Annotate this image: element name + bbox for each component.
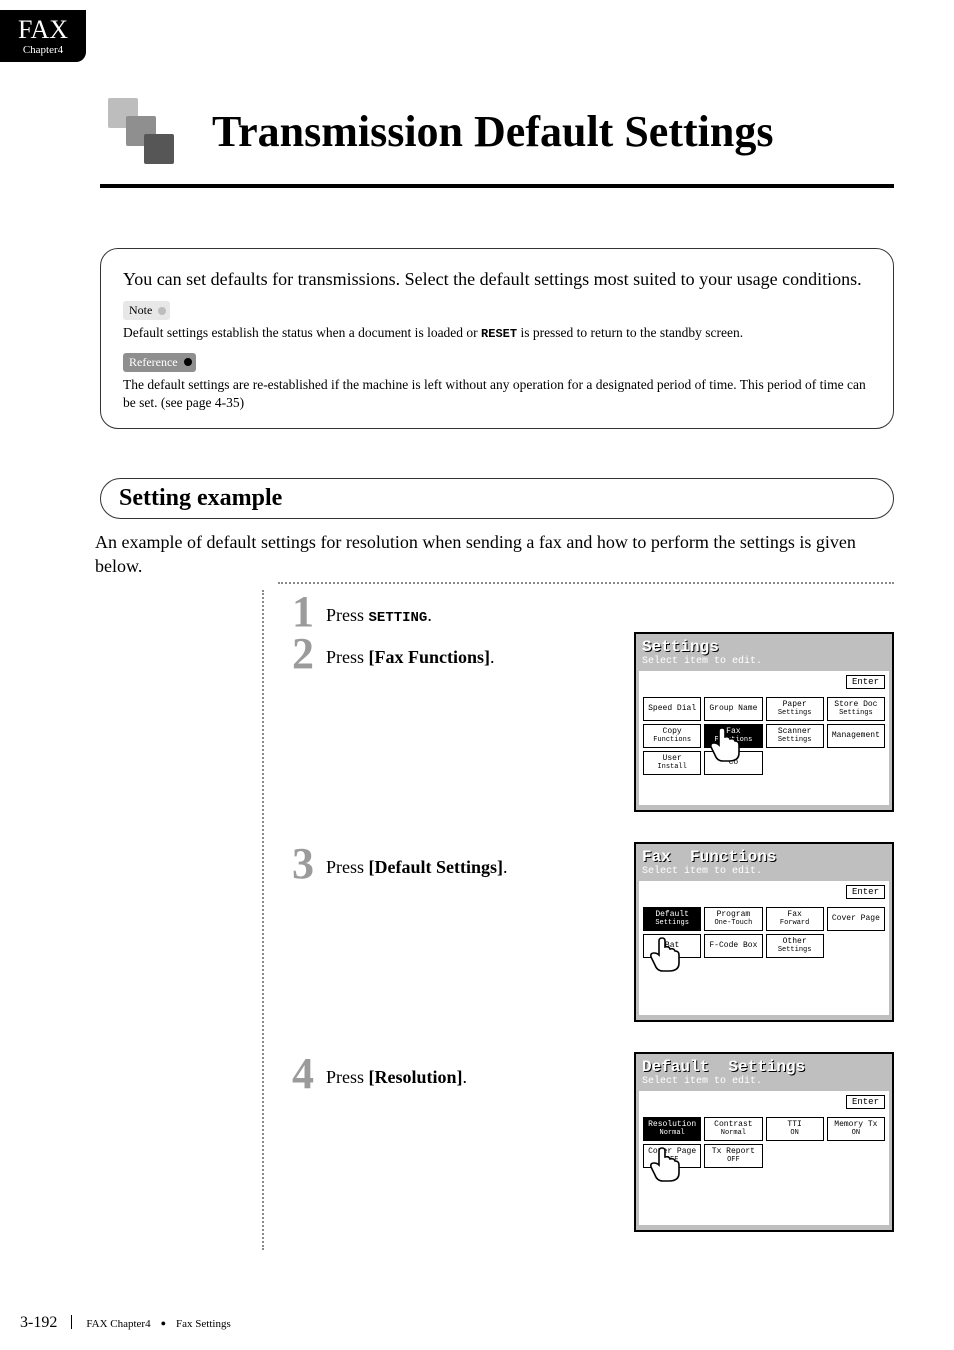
step-text: Press [Default Settings]. xyxy=(320,842,508,879)
screen-subtitle: Select item to edit. xyxy=(642,656,886,667)
other-settings-button[interactable]: OtherSettings xyxy=(766,934,824,958)
scanner-settings-button[interactable]: ScannerSettings xyxy=(766,724,824,748)
default-settings-button[interactable]: DefaultSettings xyxy=(643,907,701,931)
step-4: 4 Press [Resolution]. Default Settings S… xyxy=(262,1052,894,1252)
group-name-button[interactable]: Group Name xyxy=(704,697,762,721)
note-text: Default settings establish the status wh… xyxy=(123,324,871,342)
enter-button[interactable]: Enter xyxy=(846,1095,885,1109)
steps-area: 1 Press SETTING. 2 Press [Fax Functions]… xyxy=(262,590,894,1252)
screen-subtitle: Select item to edit. xyxy=(642,1076,886,1087)
store-doc-settings-button[interactable]: Store DocSettings xyxy=(827,697,885,721)
resolution-button[interactable]: ResolutionNormal xyxy=(643,1117,701,1141)
batch-tx-button[interactable]: Bat xyxy=(643,934,701,958)
step-1: 1 Press SETTING. xyxy=(262,590,894,632)
step-number: 1 xyxy=(286,590,320,634)
tti-button[interactable]: TTION xyxy=(766,1117,824,1141)
screen-title: Fax Functions xyxy=(642,848,886,866)
chapter-tab: FAX Chapter4 xyxy=(0,10,86,62)
button-grid: Speed Dial Group Name PaperSettings Stor… xyxy=(643,697,885,775)
section-text: An example of default settings for resol… xyxy=(95,530,894,579)
step-number: 4 xyxy=(286,1052,320,1096)
screen-fax-functions: Fax Functions Select item to edit. Enter… xyxy=(634,842,894,1022)
section-heading: Setting example xyxy=(100,478,894,519)
title-underline xyxy=(100,184,894,188)
program-one-touch-button[interactable]: ProgramOne-Touch xyxy=(704,907,762,931)
management-button[interactable]: Management xyxy=(827,724,885,748)
cover-page-button[interactable]: Cover Page xyxy=(827,907,885,931)
note-chip: Note xyxy=(123,301,170,320)
f-code-box-button[interactable]: F-Code Box xyxy=(704,934,762,958)
tab-title: FAX xyxy=(18,17,68,43)
screen-subtitle: Select item to edit. xyxy=(642,866,886,877)
fax-forward-button[interactable]: FaxForward xyxy=(766,907,824,931)
button-grid: DefaultSettings ProgramOne-Touch FaxForw… xyxy=(643,907,885,958)
enter-button[interactable]: Enter xyxy=(846,675,885,689)
screen-settings: Settings Select item to edit. Enter Spee… xyxy=(634,632,894,812)
enter-button[interactable]: Enter xyxy=(846,885,885,899)
dotted-separator-horizontal xyxy=(278,582,894,584)
speed-dial-button[interactable]: Speed Dial xyxy=(643,697,701,721)
page: FAX Chapter4 Transmission Default Settin… xyxy=(0,0,954,1350)
screen-title: Settings xyxy=(642,638,886,656)
footer-crumb-left: FAX Chapter4 xyxy=(86,1318,150,1330)
bullet-icon: ● xyxy=(161,1318,166,1328)
step-number: 2 xyxy=(286,632,320,676)
reference-chip: Reference xyxy=(123,353,196,372)
step-2: 2 Press [Fax Functions]. Settings Select… xyxy=(262,632,894,842)
title-area: Transmission Default Settings xyxy=(100,90,894,188)
title-squares-icon xyxy=(100,90,200,172)
step-text: Press [Fax Functions]. xyxy=(320,632,495,669)
footer: 3-192 FAX Chapter4 ● Fax Settings xyxy=(20,1313,231,1332)
cover-page-value-button[interactable]: Cover PageOFF xyxy=(643,1144,701,1168)
tx-report-button[interactable]: Tx ReportOFF xyxy=(704,1144,762,1168)
reference-text: The default settings are re-established … xyxy=(123,376,871,412)
screen-title: Default Settings xyxy=(642,1058,886,1076)
page-title: Transmission Default Settings xyxy=(212,106,773,157)
screen-default-settings: Default Settings Select item to edit. En… xyxy=(634,1052,894,1232)
reset-kbd: RESET xyxy=(481,327,517,341)
memory-tx-button[interactable]: Memory TxON xyxy=(827,1117,885,1141)
step-number: 3 xyxy=(286,842,320,886)
footer-crumb-right: Fax Settings xyxy=(176,1318,231,1330)
paper-settings-button[interactable]: PaperSettings xyxy=(766,697,824,721)
tab-subtitle: Chapter4 xyxy=(23,45,63,56)
intro-box: You can set defaults for transmissions. … xyxy=(100,248,894,429)
controller-button[interactable]: Co xyxy=(704,751,762,775)
step-text: Press SETTING. xyxy=(320,590,432,627)
step-text: Press [Resolution]. xyxy=(320,1052,467,1089)
copy-functions-button[interactable]: CopyFunctions xyxy=(643,724,701,748)
button-grid: ResolutionNormal ContrastNormal TTION Me… xyxy=(643,1117,885,1168)
user-install-button[interactable]: UserInstall xyxy=(643,751,701,775)
contrast-button[interactable]: ContrastNormal xyxy=(704,1117,762,1141)
fax-functions-button[interactable]: FaxFunctions xyxy=(704,724,762,748)
footer-separator xyxy=(71,1315,72,1329)
step-3: 3 Press [Default Settings]. Fax Function… xyxy=(262,842,894,1052)
intro-lead: You can set defaults for transmissions. … xyxy=(123,267,871,291)
page-number: 3-192 xyxy=(20,1314,57,1332)
